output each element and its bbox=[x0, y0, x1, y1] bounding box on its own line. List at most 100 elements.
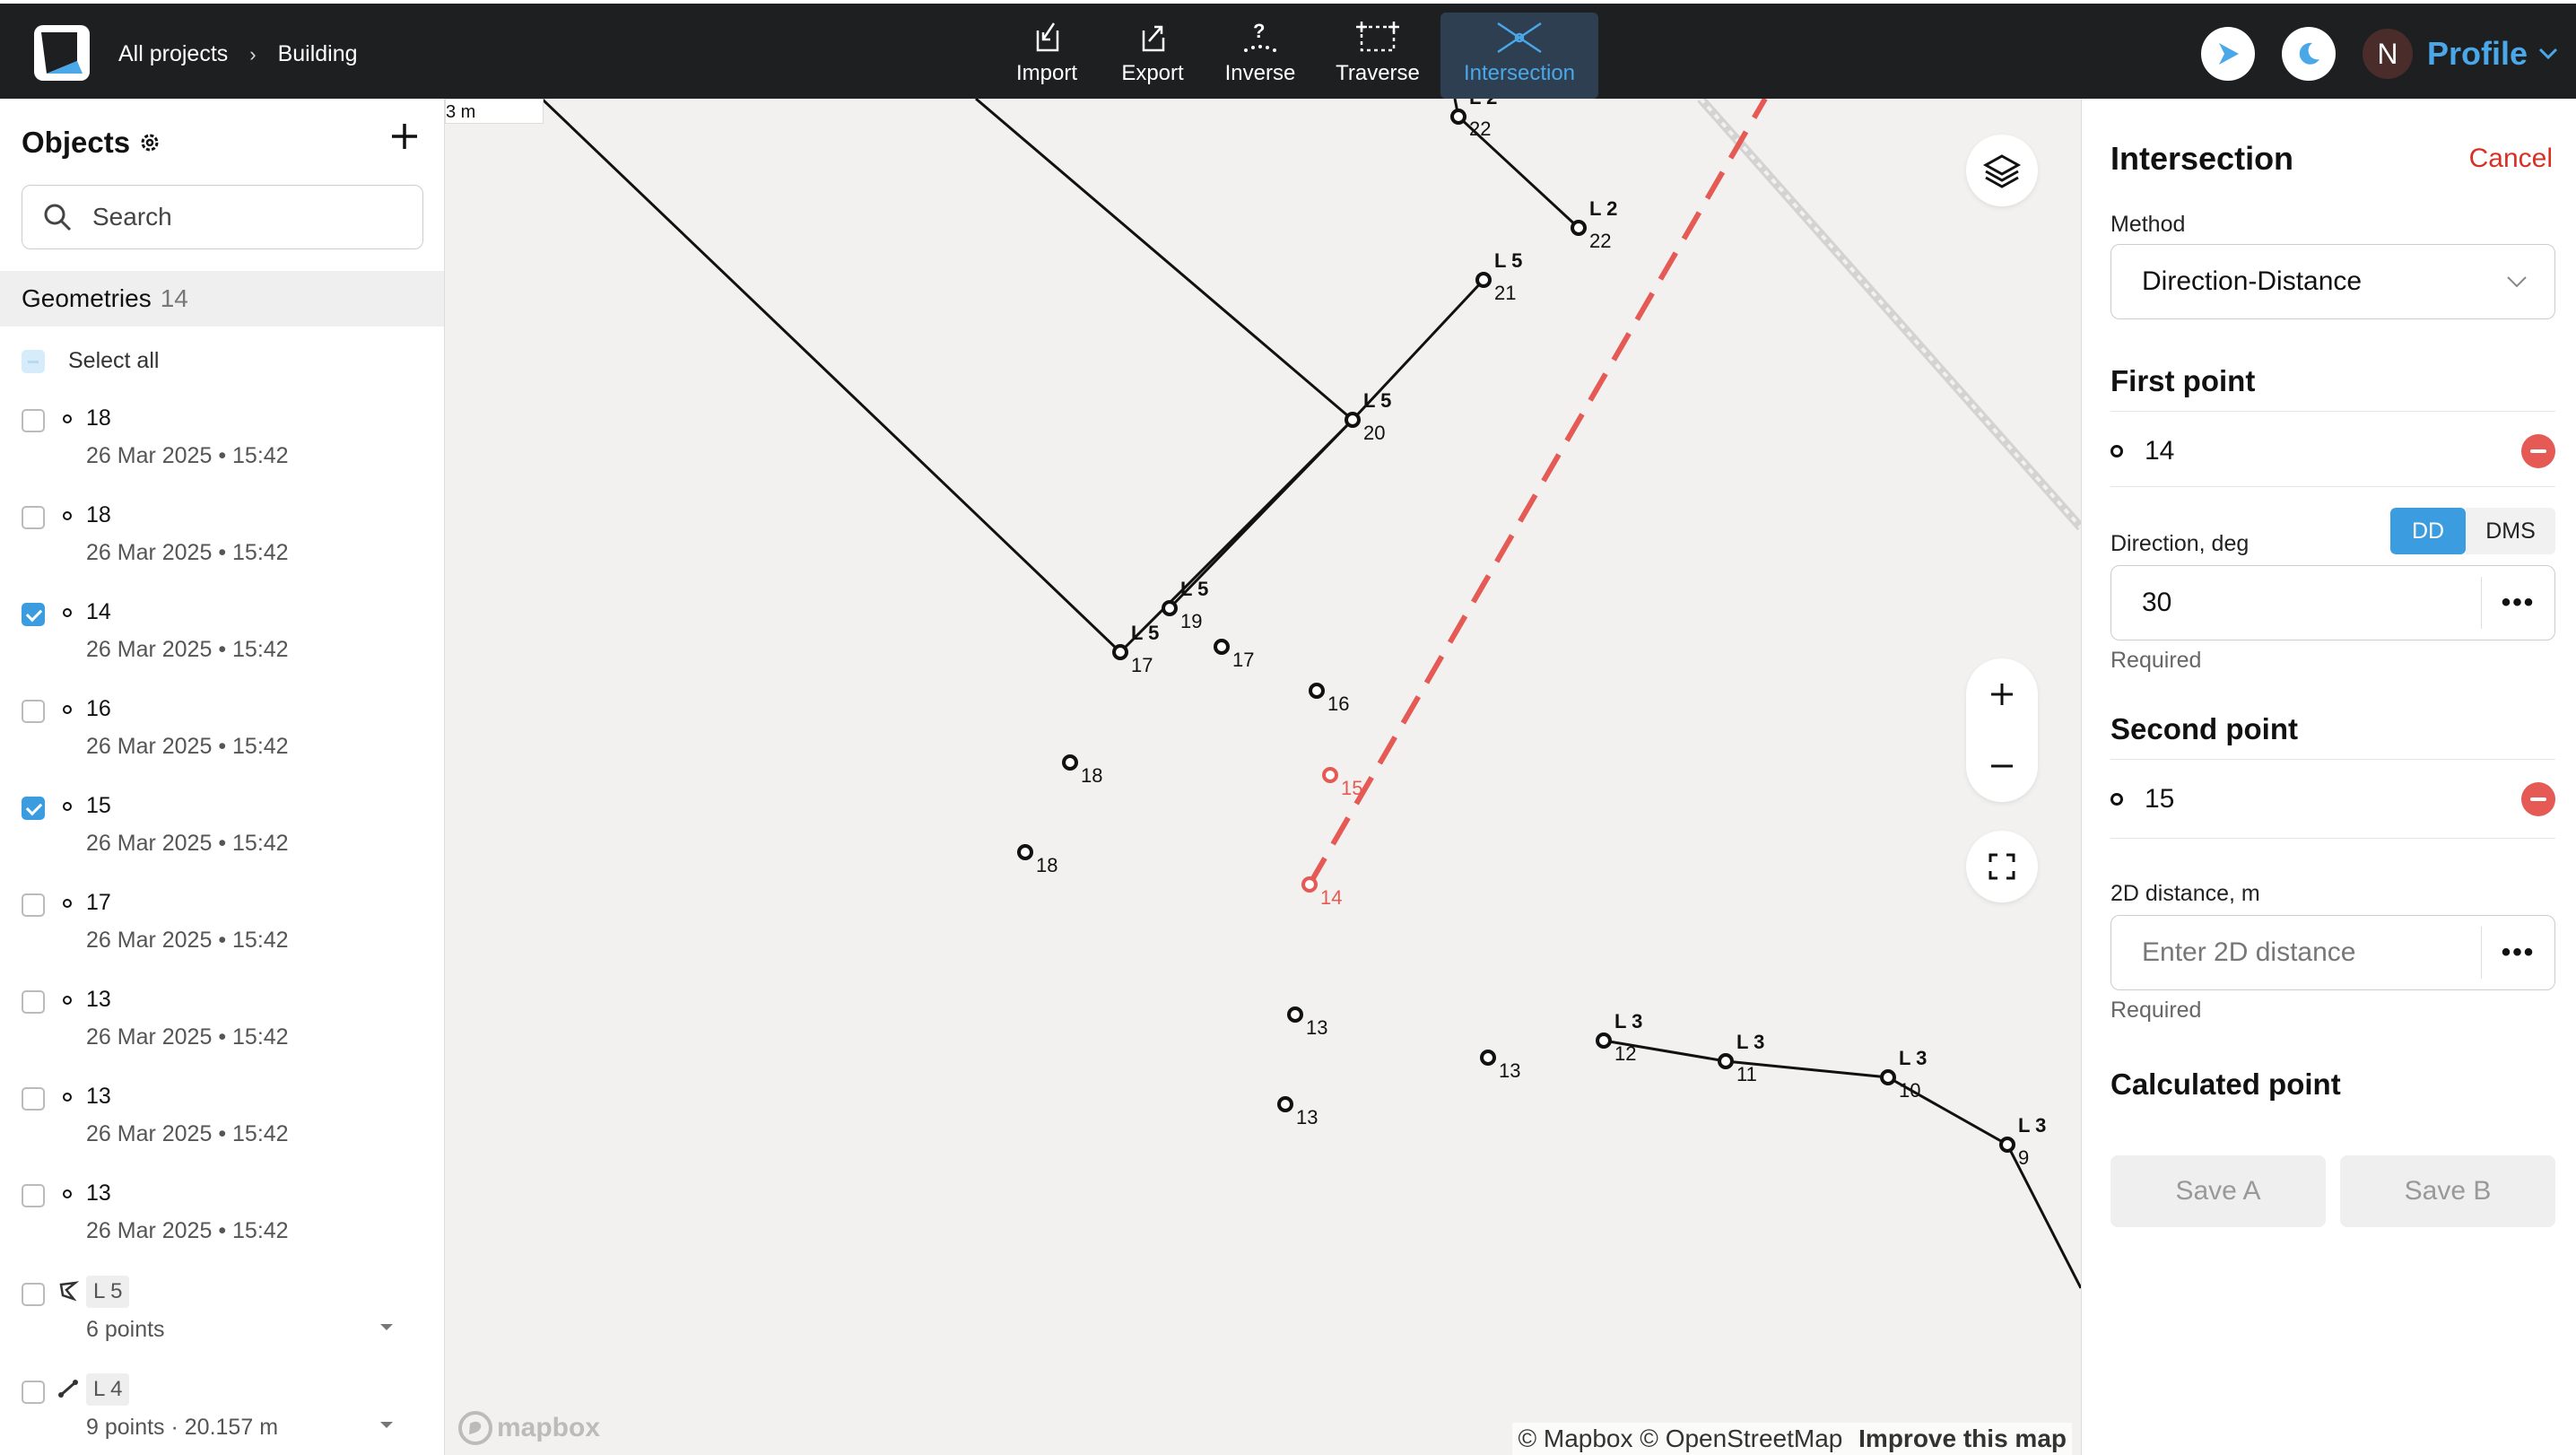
tool-traverse[interactable]: Traverse bbox=[1315, 13, 1440, 99]
panel-title: Intersection bbox=[2110, 140, 2294, 177]
list-item[interactable]: 13 26 Mar 2025 • 15:42 bbox=[22, 983, 434, 1073]
map-label: 19 bbox=[1180, 610, 1202, 632]
profile-label: Profile bbox=[2426, 35, 2528, 72]
list-item[interactable]: 17 26 Mar 2025 • 15:42 bbox=[22, 886, 434, 976]
item-date: 26 Mar 2025 • 15:42 bbox=[86, 831, 289, 856]
list-item-line[interactable]: L 4 9 points · 20.157 m bbox=[22, 1373, 434, 1455]
save-b-button[interactable]: Save B bbox=[2340, 1155, 2555, 1227]
item-checkbox[interactable] bbox=[22, 1381, 45, 1404]
dd-option[interactable]: DD bbox=[2390, 508, 2466, 554]
remove-second-point-button[interactable] bbox=[2521, 782, 2555, 816]
select-all-checkbox[interactable] bbox=[22, 349, 45, 373]
list-item[interactable]: 15 26 Mar 2025 • 15:42 bbox=[22, 789, 434, 879]
gear-icon[interactable] bbox=[139, 132, 161, 153]
map-canvas[interactable]: L 2 22 L 2 22 L 5 21 L 5 20 L 5 19 L 5 1… bbox=[445, 99, 2081, 1455]
distance-more-button[interactable]: ••• bbox=[2481, 927, 2554, 979]
chevron-down-icon[interactable] bbox=[379, 1420, 395, 1431]
profile-menu[interactable]: Profile bbox=[2427, 35, 2558, 73]
list-item[interactable]: 13 26 Mar 2025 • 15:42 bbox=[22, 1080, 434, 1170]
item-date: 26 Mar 2025 • 15:42 bbox=[86, 734, 289, 759]
cancel-button[interactable]: Cancel bbox=[2469, 144, 2553, 174]
item-name: 18 bbox=[86, 502, 111, 527]
tool-import[interactable]: Import bbox=[994, 13, 1100, 99]
item-checkbox[interactable] bbox=[22, 797, 45, 820]
map-label: 11 bbox=[1736, 1063, 1757, 1085]
add-object-button[interactable] bbox=[389, 117, 420, 160]
geometries-header[interactable]: Geometries 14 bbox=[0, 271, 444, 327]
item-checkbox[interactable] bbox=[22, 700, 45, 723]
map-label: 10 bbox=[1899, 1079, 1920, 1102]
breadcrumb-all-projects[interactable]: All projects bbox=[118, 41, 228, 67]
search-input[interactable]: Search bbox=[22, 185, 423, 249]
select-all-row[interactable]: Select all bbox=[22, 348, 159, 374]
direction-label: Direction, deg bbox=[2110, 531, 2250, 556]
zoom-in-button[interactable] bbox=[1989, 658, 2015, 730]
tool-export[interactable]: Export bbox=[1100, 13, 1205, 99]
map-attribution: © Mapbox © OpenStreetMap Improve this ma… bbox=[1512, 1423, 2072, 1455]
moon-icon bbox=[2299, 42, 2319, 65]
dark-mode-button[interactable] bbox=[2281, 27, 2336, 81]
svg-text:?: ? bbox=[1253, 20, 1265, 42]
item-checkbox[interactable] bbox=[22, 990, 45, 1014]
item-checkbox[interactable] bbox=[22, 603, 45, 626]
point-icon bbox=[63, 608, 72, 617]
item-checkbox[interactable] bbox=[22, 409, 45, 432]
map-label: 22 bbox=[1589, 230, 1611, 252]
list-item[interactable]: 18 26 Mar 2025 • 15:42 bbox=[22, 499, 434, 588]
map-label: 14 bbox=[1320, 886, 1342, 909]
item-checkbox[interactable] bbox=[22, 1283, 45, 1306]
method-select[interactable]: Direction-Distance bbox=[2110, 244, 2555, 319]
direction-more-button[interactable]: ••• bbox=[2481, 577, 2554, 629]
chevron-down-icon bbox=[2507, 276, 2527, 288]
breadcrumb-building[interactable]: Building bbox=[278, 41, 358, 67]
fullscreen-button[interactable] bbox=[1966, 831, 2038, 902]
layers-button[interactable] bbox=[1966, 135, 2038, 206]
avatar[interactable]: N bbox=[2362, 29, 2413, 79]
list-item[interactable]: 14 26 Mar 2025 • 15:42 bbox=[22, 596, 434, 685]
save-a-button[interactable]: Save A bbox=[2110, 1155, 2326, 1227]
dms-option[interactable]: DMS bbox=[2466, 508, 2555, 554]
item-name: 13 bbox=[86, 987, 111, 1012]
select-all-label: Select all bbox=[68, 348, 160, 373]
item-name: 16 bbox=[86, 696, 111, 721]
polyline-icon bbox=[58, 1380, 78, 1398]
tool-inverse[interactable]: ? Inverse bbox=[1205, 13, 1315, 99]
item-date: 26 Mar 2025 • 15:42 bbox=[86, 928, 289, 953]
map-label: L 5 bbox=[1131, 622, 1159, 644]
layers-icon bbox=[1982, 154, 2022, 188]
zoom-out-button[interactable] bbox=[1989, 730, 2015, 802]
list-item[interactable]: 18 26 Mar 2025 • 15:42 bbox=[22, 402, 434, 492]
distance-placeholder: Enter 2D distance bbox=[2142, 937, 2356, 967]
item-name: 18 bbox=[86, 405, 111, 431]
point-icon bbox=[63, 996, 72, 1005]
breadcrumb: All projects › Building bbox=[118, 41, 358, 67]
improve-map-link[interactable]: Improve this map bbox=[1858, 1425, 2067, 1452]
logo-icon bbox=[41, 32, 83, 74]
item-name: 15 bbox=[86, 793, 111, 818]
item-checkbox[interactable] bbox=[22, 893, 45, 917]
distance-input[interactable]: Enter 2D distance ••• bbox=[2110, 915, 2555, 990]
toolbar: Import Export ? Inverse Traverse Interse… bbox=[994, 13, 1598, 99]
direction-input[interactable]: 30 ••• bbox=[2110, 565, 2555, 640]
list-item[interactable]: 16 26 Mar 2025 • 15:42 bbox=[22, 693, 434, 782]
top-right-controls: N Profile bbox=[2200, 27, 2558, 81]
list-item-line[interactable]: L 5 6 points bbox=[22, 1276, 434, 1365]
divider bbox=[2110, 759, 2555, 760]
list-item[interactable]: 13 26 Mar 2025 • 15:42 bbox=[22, 1177, 434, 1267]
item-checkbox[interactable] bbox=[22, 1184, 45, 1207]
breadcrumb-separator-icon: › bbox=[249, 42, 257, 65]
distance-required-hint: Required bbox=[2110, 998, 2202, 1023]
attribution-text[interactable]: © Mapbox © OpenStreetMap bbox=[1518, 1425, 1842, 1452]
objects-panel: Objects Search Geometries 14 Select all … bbox=[0, 99, 445, 1455]
tool-intersection[interactable]: Intersection bbox=[1440, 13, 1598, 99]
mapbox-logo[interactable]: mapbox bbox=[457, 1410, 600, 1446]
export-icon bbox=[1142, 25, 1165, 52]
minus-icon bbox=[1991, 764, 2013, 768]
chevron-down-icon[interactable] bbox=[379, 1322, 395, 1333]
item-checkbox[interactable] bbox=[22, 1087, 45, 1111]
remove-first-point-button[interactable] bbox=[2521, 434, 2555, 468]
map-label: L 2 bbox=[1589, 197, 1617, 220]
app-logo[interactable] bbox=[34, 25, 90, 81]
item-checkbox[interactable] bbox=[22, 506, 45, 529]
location-button[interactable] bbox=[2200, 27, 2255, 81]
